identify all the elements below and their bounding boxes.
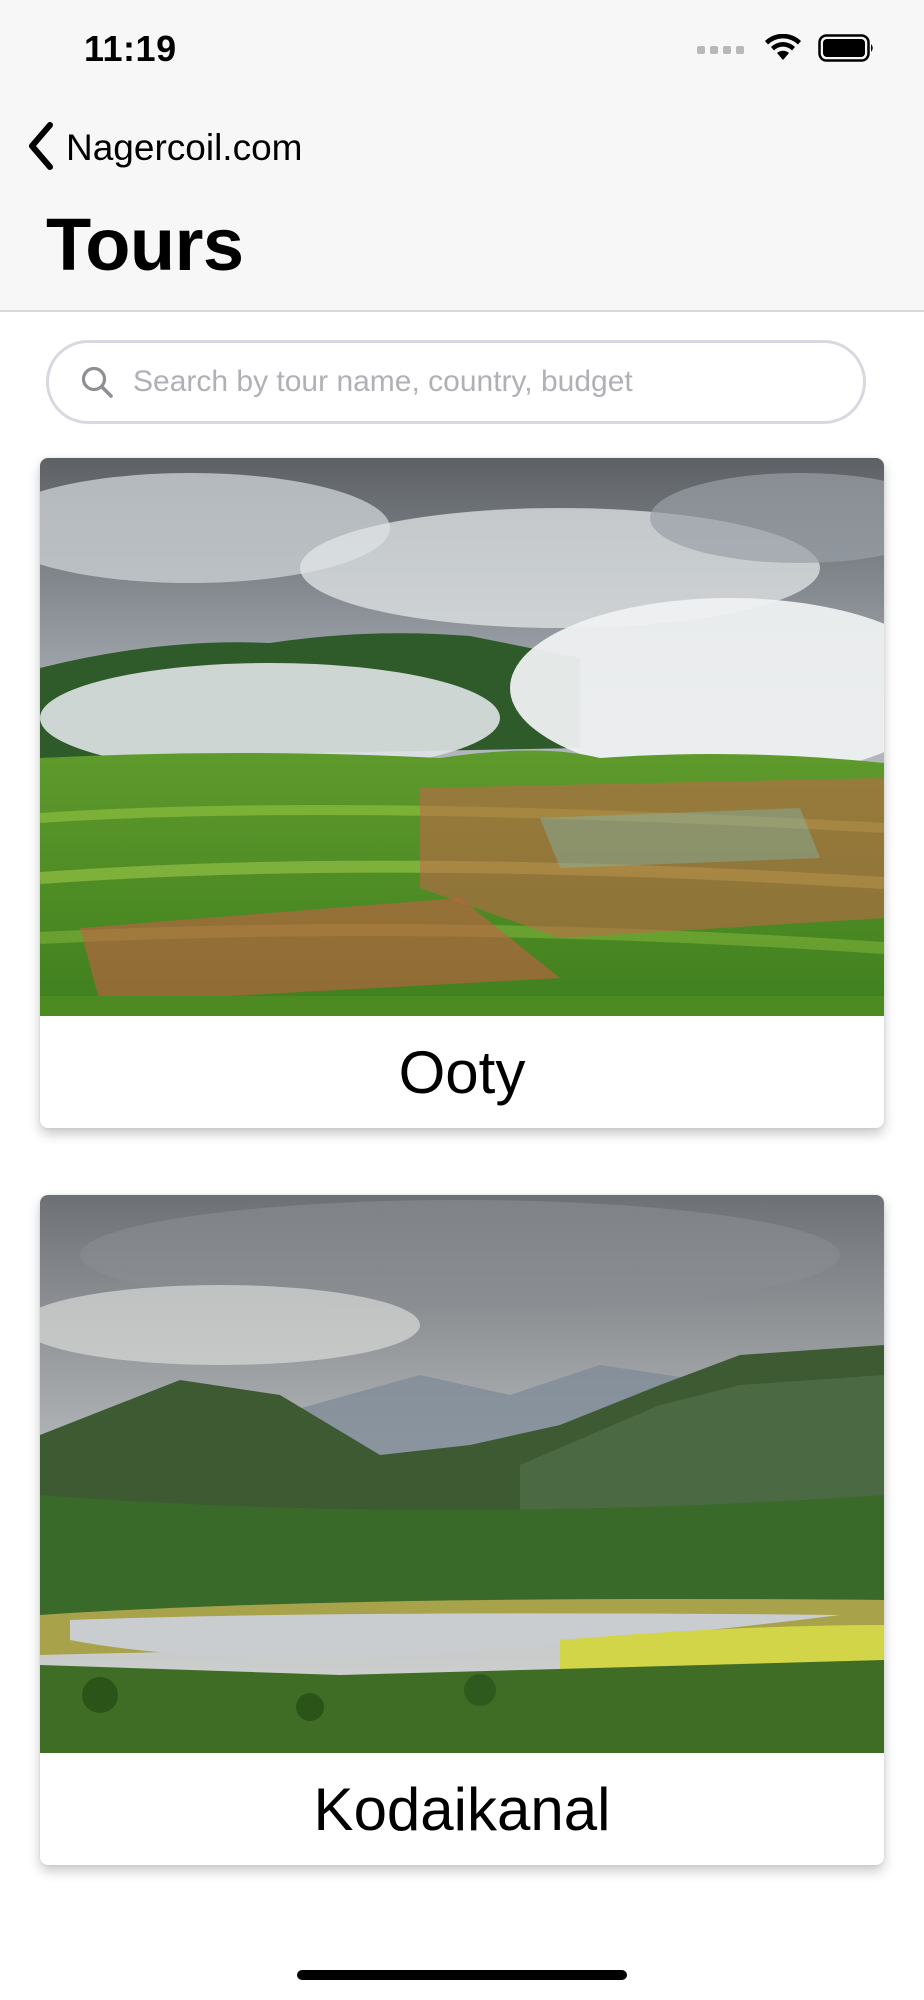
- tour-card-kodaikanal[interactable]: Kodaikanal: [40, 1195, 884, 1865]
- wifi-icon: [764, 33, 802, 67]
- tour-name: Ooty: [398, 1038, 526, 1106]
- tour-image-kodaikanal: [40, 1195, 884, 1753]
- navigation-header: 11:19 Nagercoil.com Tours: [0, 0, 924, 312]
- page-title: Tours: [46, 203, 244, 286]
- back-button[interactable]: Nagercoil.com: [24, 118, 302, 178]
- cellular-signal-icon: [697, 46, 744, 54]
- search-input[interactable]: [131, 364, 835, 400]
- tour-name: Kodaikanal: [313, 1775, 611, 1843]
- search-icon: [79, 364, 115, 400]
- back-button-label: Nagercoil.com: [66, 127, 303, 168]
- chevron-left-icon: [24, 121, 58, 176]
- status-bar-indicators: [697, 33, 876, 67]
- search-bar[interactable]: [46, 340, 866, 424]
- tour-card-ooty[interactable]: Ooty: [40, 458, 884, 1128]
- status-bar-time: 11:19: [84, 28, 177, 69]
- app-screen: 11:19 Nagercoil.com Tours Search by tour…: [0, 0, 924, 2000]
- home-indicator[interactable]: [297, 1970, 627, 1980]
- tour-image-ooty: [40, 458, 884, 1016]
- battery-icon: [818, 33, 876, 67]
